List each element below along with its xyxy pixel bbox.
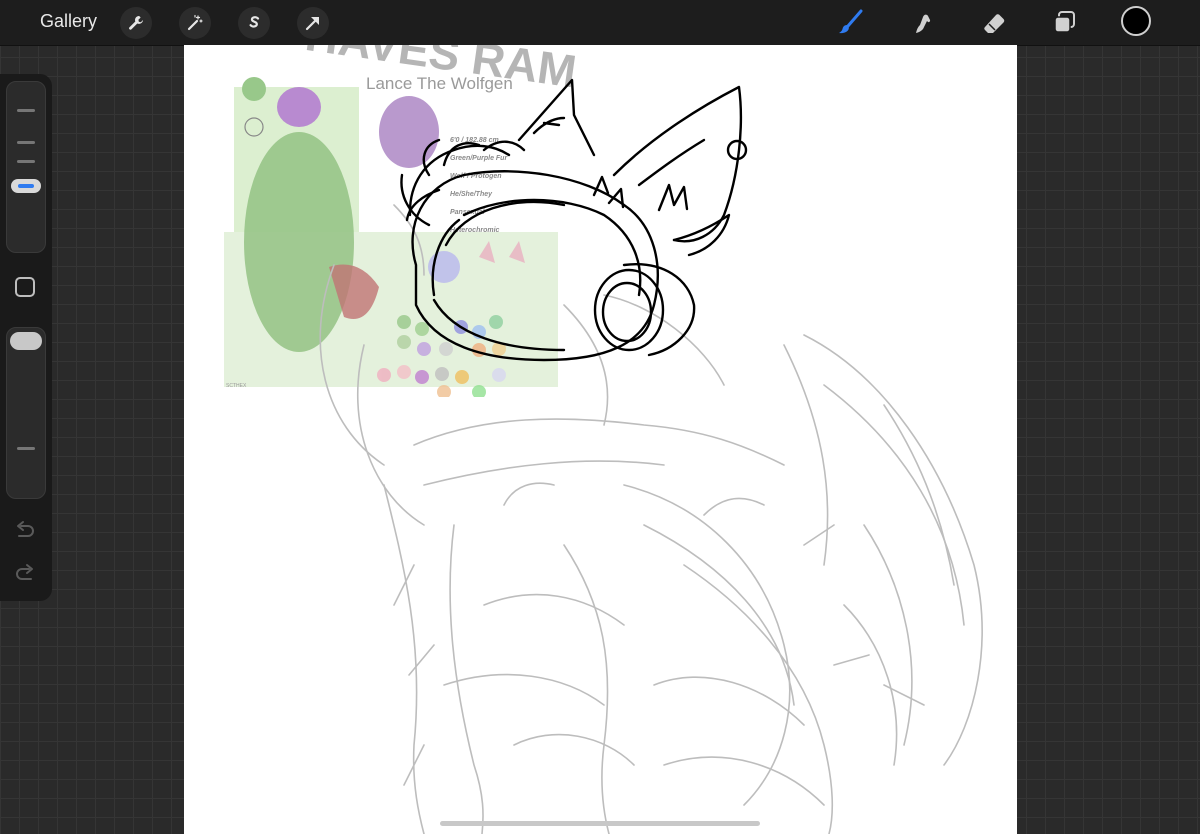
artwork-layer: HAVES RAM xyxy=(302,45,983,834)
watermark-text: HAVES RAM xyxy=(302,45,579,98)
slider-tick xyxy=(17,447,35,450)
pencil-sketch xyxy=(319,204,983,834)
modify-button[interactable] xyxy=(15,277,35,297)
color-picker-button[interactable] xyxy=(1121,6,1151,36)
slider-tick xyxy=(17,160,35,163)
adjustments-button[interactable] xyxy=(179,7,211,39)
slider-tick xyxy=(17,141,35,144)
opacity-slider[interactable] xyxy=(6,327,46,499)
brush-icon xyxy=(839,9,863,34)
transform-arrow-icon xyxy=(305,17,319,31)
smudge-icon xyxy=(916,14,931,33)
redo-icon[interactable] xyxy=(13,562,37,586)
drawing-canvas[interactable]: Lance The Wolfgen 6'0 / 182.88 cm Green/… xyxy=(184,45,1017,834)
brush-size-slider[interactable] xyxy=(6,81,46,253)
layers-button[interactable] xyxy=(1048,6,1082,40)
eraser-button[interactable] xyxy=(977,6,1011,40)
slider-tick xyxy=(17,109,35,112)
home-indicator xyxy=(440,821,760,826)
undo-icon[interactable] xyxy=(13,519,37,543)
brush-button[interactable] xyxy=(834,6,868,40)
selection-button[interactable] xyxy=(238,7,270,39)
transform-button[interactable] xyxy=(297,7,329,39)
actions-button[interactable] xyxy=(120,7,152,39)
top-toolbar: Gallery xyxy=(0,0,1200,46)
opacity-handle[interactable] xyxy=(10,332,42,350)
selection-s-icon xyxy=(249,16,260,28)
side-toolbar xyxy=(0,74,52,601)
brush-size-handle[interactable] xyxy=(11,179,41,193)
head-lineart xyxy=(400,78,748,362)
wrench-icon xyxy=(129,16,143,30)
gallery-button[interactable]: Gallery xyxy=(40,11,97,32)
layers-icon xyxy=(1054,11,1075,33)
eraser-icon xyxy=(984,14,1005,33)
smudge-button[interactable] xyxy=(906,6,940,40)
magic-wand-icon xyxy=(187,14,203,31)
